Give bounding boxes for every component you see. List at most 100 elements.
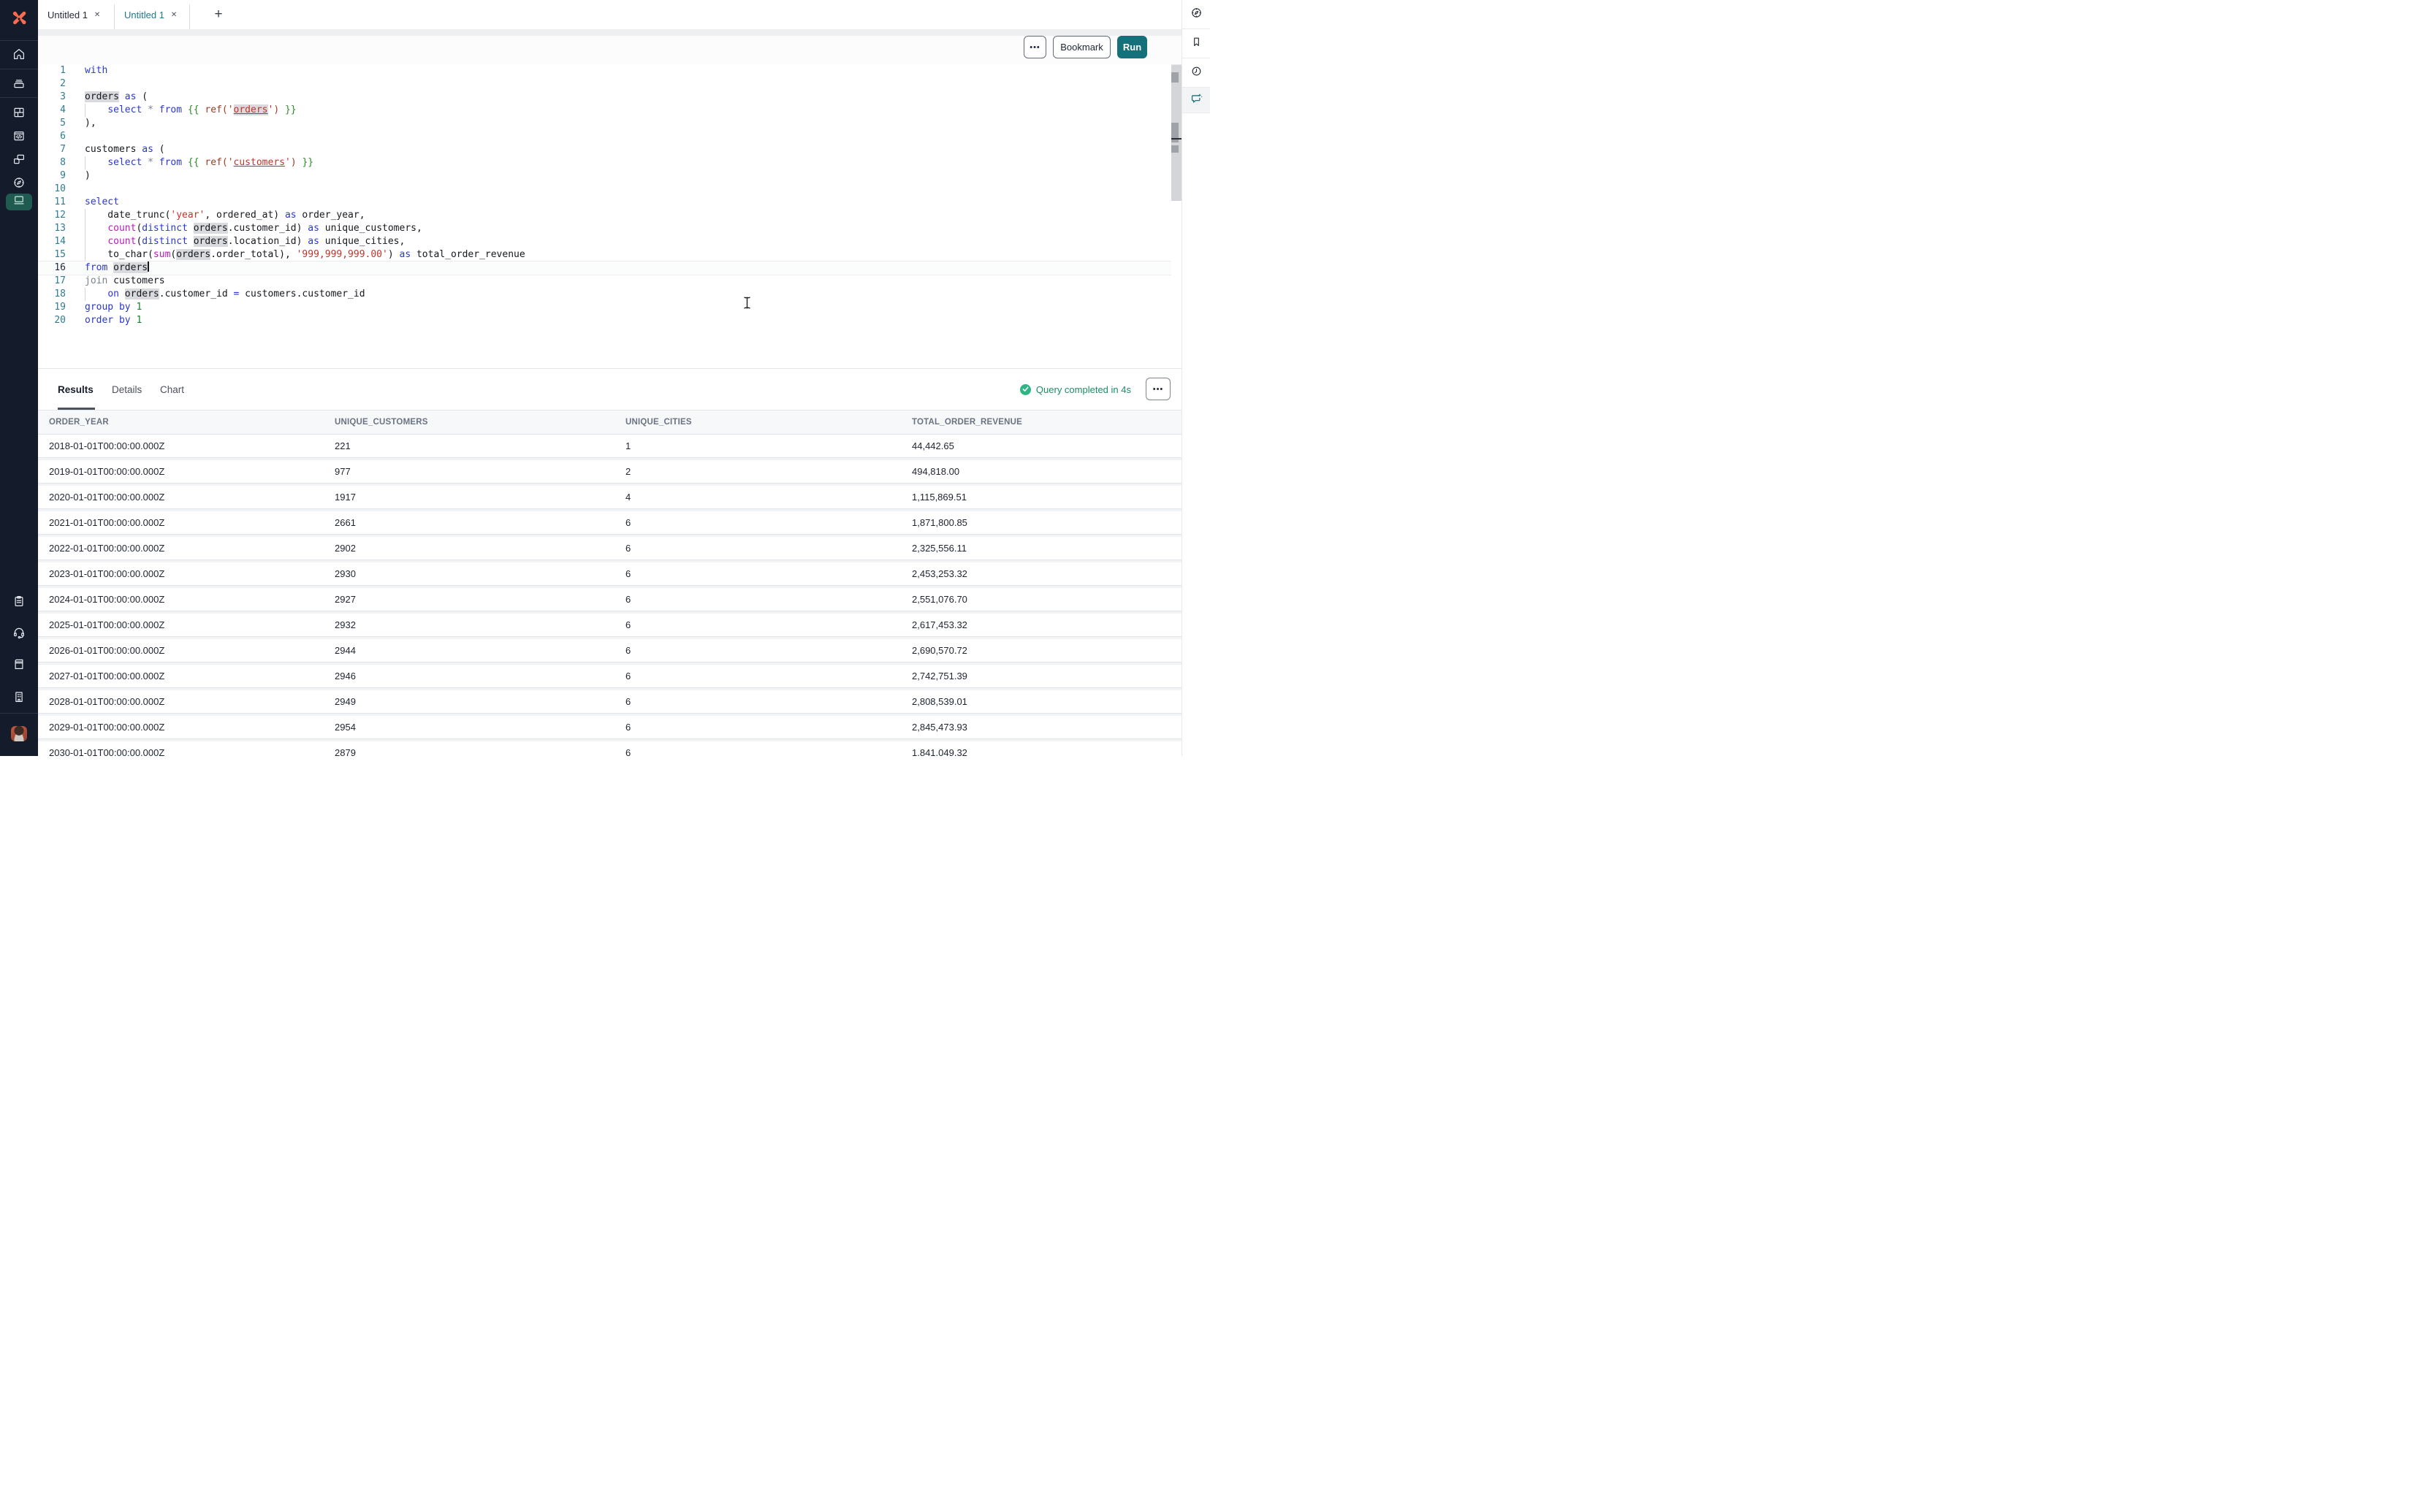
code-line-18: 18 on orders.customer_id = customers.cus… bbox=[38, 288, 1171, 301]
code-token-p: , ordered_at) bbox=[205, 210, 285, 221]
table-row[interactable]: 2020-01-01T00:00:00.000Z191741,115,869.5… bbox=[38, 486, 1182, 511]
results-table-header: ORDER_YEAR UNIQUE_CUSTOMERS UNIQUE_CITIES T… bbox=[38, 410, 1182, 435]
user-avatar[interactable] bbox=[11, 726, 27, 741]
new-tab-button[interactable]: + bbox=[204, 0, 233, 29]
code-token-p: customers bbox=[107, 275, 164, 286]
table-row[interactable]: 2022-01-01T00:00:00.000Z290262,325,556.1… bbox=[38, 537, 1182, 562]
more-options-button[interactable]: ••• bbox=[1024, 36, 1046, 58]
compass-icon bbox=[12, 176, 26, 189]
line-number: 1 bbox=[38, 64, 66, 77]
tab-untitled-1[interactable]: Untitled 1 ✕ bbox=[38, 0, 114, 29]
toolbar: ••• Bookmark Run bbox=[38, 36, 1182, 65]
sidebar-item-docs[interactable] bbox=[0, 657, 38, 671]
code-token-b: }} bbox=[302, 157, 313, 168]
table-cell: 1,841,049.32 bbox=[912, 741, 967, 756]
sidebar-item-organization[interactable] bbox=[0, 690, 38, 704]
table-cell: 2902 bbox=[335, 537, 356, 560]
code-line-12: 12 date_trunc('year', ordered_at) as ord… bbox=[38, 209, 1171, 222]
sql-editor[interactable]: 1with23orders as (4 select * from {{ ref… bbox=[38, 64, 1171, 336]
code-token-r: ) bbox=[291, 157, 297, 168]
code-line-9: 9) bbox=[38, 169, 1171, 183]
code-token-p bbox=[142, 157, 148, 168]
code-token-st: * bbox=[148, 104, 153, 115]
table-cell: 2,845,473.93 bbox=[912, 716, 967, 738]
table-cell: 2,551,076.70 bbox=[912, 588, 967, 611]
table-row[interactable]: 2025-01-01T00:00:00.000Z293262,617,453.3… bbox=[38, 614, 1182, 639]
code-line-6: 6 bbox=[38, 130, 1171, 143]
tab-results[interactable]: Results bbox=[58, 369, 94, 410]
table-cell: 6 bbox=[625, 716, 631, 738]
code-token-r: ref( bbox=[205, 104, 227, 115]
code-token-r: ) bbox=[273, 104, 279, 115]
code-token-hl: orders bbox=[176, 249, 210, 260]
right-sidebar bbox=[1182, 0, 1210, 756]
code-token-p bbox=[182, 157, 188, 168]
column-header-total_order_revenue[interactable]: TOTAL_ORDER_REVENUE bbox=[912, 411, 1022, 434]
code-token-k: with bbox=[85, 65, 107, 76]
bookmarks-button[interactable] bbox=[1182, 29, 1210, 58]
ai-assistant-button[interactable] bbox=[1182, 88, 1210, 113]
table-cell: 2,690,570.72 bbox=[912, 639, 967, 662]
table-row[interactable]: 2028-01-01T00:00:00.000Z294962,808,539.0… bbox=[38, 690, 1182, 716]
sidebar-item-home[interactable] bbox=[0, 47, 38, 61]
column-header-unique_customers[interactable]: UNIQUE_CUSTOMERS bbox=[335, 411, 428, 434]
code-token-p bbox=[153, 157, 159, 168]
table-row[interactable]: 2029-01-01T00:00:00.000Z295462,845,473.9… bbox=[38, 716, 1182, 741]
code-token-p: total_order_revenue bbox=[411, 249, 525, 260]
history-button[interactable] bbox=[1182, 58, 1210, 88]
code-token-f: sum bbox=[153, 249, 170, 260]
code-token-p: unique_cities, bbox=[319, 236, 405, 247]
results-more-button[interactable]: ••• bbox=[1146, 378, 1171, 400]
code-token-s: '999,999,999.00' bbox=[297, 249, 388, 260]
line-number: 3 bbox=[38, 91, 66, 104]
tab-untitled-2[interactable]: Untitled 1 ✕ bbox=[115, 0, 189, 29]
collections-icon bbox=[12, 77, 26, 90]
code-token-k: group by bbox=[85, 302, 131, 313]
table-cell: 2026-01-01T00:00:00.000Z bbox=[49, 639, 164, 662]
code-token-s: ' bbox=[228, 157, 234, 168]
sidebar-item-code-browser[interactable] bbox=[0, 129, 38, 143]
home-icon bbox=[12, 47, 26, 61]
sidebar-item-projects[interactable] bbox=[0, 105, 38, 120]
code-token-b: {{ bbox=[188, 104, 199, 115]
table-row[interactable]: 2019-01-01T00:00:00.000Z9772494,818.00 bbox=[38, 460, 1182, 486]
run-button[interactable]: Run bbox=[1117, 36, 1147, 58]
explore-button[interactable] bbox=[1182, 0, 1210, 29]
code-token-p: .location_id) bbox=[228, 236, 308, 247]
scroll-cursor-mark bbox=[1171, 138, 1182, 140]
sidebar-item-tasks[interactable] bbox=[0, 594, 38, 608]
sidebar-item-explore[interactable] bbox=[0, 175, 38, 190]
code-token-n: 1 bbox=[136, 302, 142, 313]
table-row[interactable]: 2021-01-01T00:00:00.000Z266161,871,800.8… bbox=[38, 511, 1182, 537]
column-header-order_year[interactable]: ORDER_YEAR bbox=[49, 411, 109, 434]
sidebar-item-support[interactable] bbox=[0, 625, 38, 640]
table-row[interactable]: 2026-01-01T00:00:00.000Z294462,690,570.7… bbox=[38, 639, 1182, 665]
code-token-k: as bbox=[285, 210, 297, 221]
column-header-unique_cities[interactable]: UNIQUE_CITIES bbox=[625, 411, 692, 434]
table-cell: 2,808,539.01 bbox=[912, 690, 967, 713]
sidebar-item-apps[interactable] bbox=[0, 152, 38, 167]
code-line-15: 15 to_char(sum(orders.order_total), '999… bbox=[38, 248, 1171, 261]
code-token-hl: orders bbox=[113, 262, 148, 273]
sidebar-item-notebook-active[interactable] bbox=[6, 194, 32, 210]
code-token-hl: orders bbox=[125, 289, 159, 299]
bookmark-button[interactable]: Bookmark bbox=[1053, 36, 1111, 58]
table-cell: 2949 bbox=[335, 690, 356, 713]
table-cell: 2021-01-01T00:00:00.000Z bbox=[49, 511, 164, 534]
tab-chart[interactable]: Chart bbox=[160, 369, 184, 410]
table-row[interactable]: 2030-01-01T00:00:00.000Z287961,841,049.3… bbox=[38, 741, 1182, 756]
code-token-p: ), bbox=[85, 118, 96, 129]
sidebar-item-collections[interactable] bbox=[0, 76, 38, 91]
table-row[interactable]: 2027-01-01T00:00:00.000Z294662,742,751.3… bbox=[38, 665, 1182, 690]
hex-logo-icon[interactable] bbox=[9, 9, 28, 28]
close-icon[interactable]: ✕ bbox=[94, 11, 100, 19]
tab-details[interactable]: Details bbox=[112, 369, 142, 410]
table-cell: 2,742,751.39 bbox=[912, 665, 967, 687]
table-row[interactable]: 2023-01-01T00:00:00.000Z293062,453,253.3… bbox=[38, 562, 1182, 588]
code-token-p bbox=[85, 157, 107, 168]
line-number: 2 bbox=[38, 77, 66, 91]
table-row[interactable]: 2018-01-01T00:00:00.000Z221144,442.65 bbox=[38, 435, 1182, 460]
close-icon[interactable]: ✕ bbox=[171, 11, 177, 19]
table-row[interactable]: 2024-01-01T00:00:00.000Z292762,551,076.7… bbox=[38, 588, 1182, 614]
editor-scrollbar[interactable] bbox=[1171, 65, 1182, 201]
